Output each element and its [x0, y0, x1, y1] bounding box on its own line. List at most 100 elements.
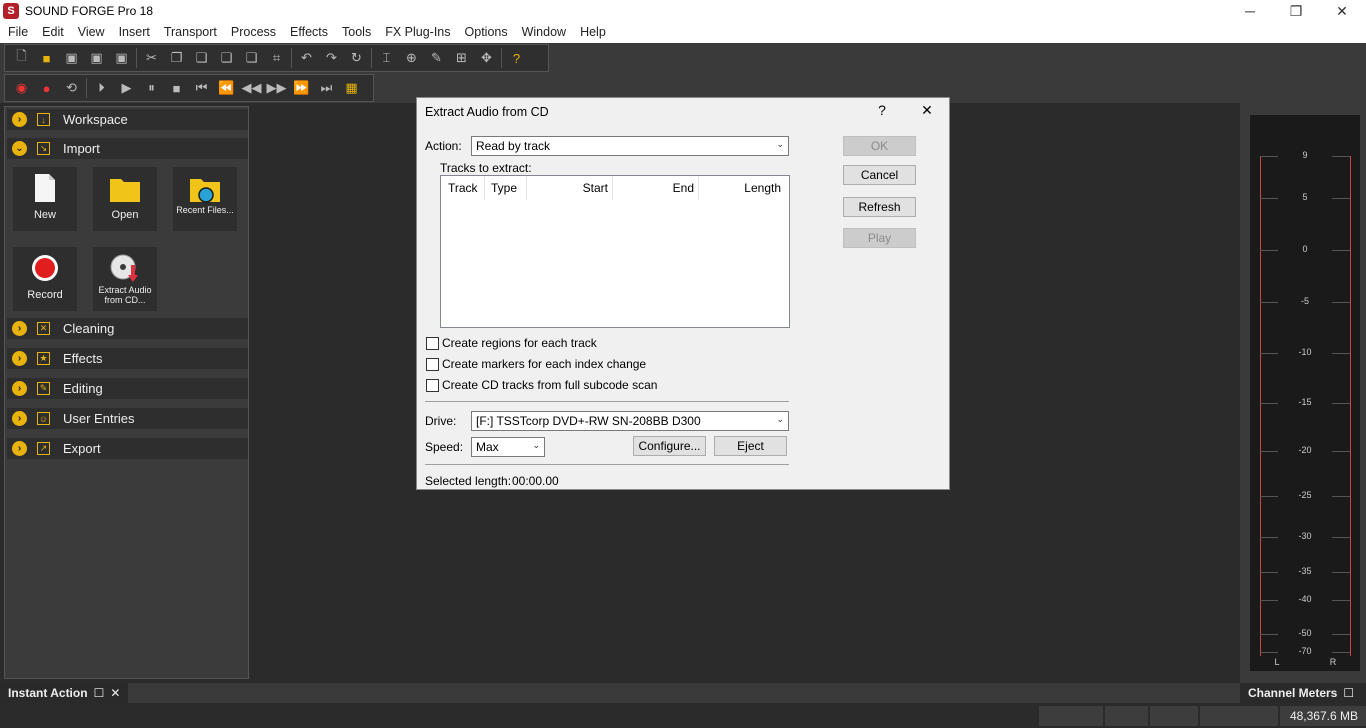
status-cell: [1039, 706, 1103, 726]
copy-icon[interactable]: ❐: [164, 47, 189, 69]
save-icon[interactable]: ▣: [59, 47, 84, 69]
mix-icon[interactable]: ❏: [214, 47, 239, 69]
tile-open[interactable]: Open: [93, 167, 157, 231]
section-label: Export: [63, 441, 101, 456]
section-workspace[interactable]: › ↓ Workspace: [7, 109, 248, 130]
eject-button[interactable]: Eject: [714, 436, 787, 456]
menu-options[interactable]: Options: [458, 22, 515, 43]
tile-recent-files[interactable]: Recent Files...: [173, 167, 237, 231]
loop-icon[interactable]: ⟲: [59, 77, 84, 99]
tile-label: New: [33, 209, 56, 221]
play-icon[interactable]: ▶: [114, 77, 139, 99]
crop-icon[interactable]: ⌗: [264, 47, 289, 69]
meter-tick-label: -40: [1298, 594, 1312, 604]
column-start[interactable]: Start: [527, 176, 613, 200]
section-export[interactable]: › ↗ Export: [7, 438, 248, 459]
regions-checkbox[interactable]: [426, 336, 439, 350]
speed-select[interactable]: Max ⌄: [471, 437, 545, 457]
refresh-button[interactable]: Refresh: [843, 197, 916, 217]
column-type[interactable]: Type: [485, 176, 527, 200]
new-file-icon[interactable]: 🗋: [9, 47, 34, 69]
float-window-icon[interactable]: ☐: [1343, 686, 1354, 700]
column-track[interactable]: Track: [441, 176, 485, 200]
tile-record[interactable]: Record: [13, 247, 77, 311]
menu-window[interactable]: Window: [515, 22, 573, 43]
cut-icon[interactable]: ✂: [139, 47, 164, 69]
event-tool-icon[interactable]: ✥: [474, 47, 499, 69]
float-window-icon[interactable]: ☐: [94, 686, 105, 700]
ok-button[interactable]: OK: [843, 136, 916, 156]
menu-insert[interactable]: Insert: [112, 22, 157, 43]
paste-icon[interactable]: ❏: [189, 47, 214, 69]
cd-tracks-checkbox[interactable]: [426, 378, 439, 392]
meter-tick-mark: [1260, 572, 1278, 573]
close-button[interactable]: ✕: [1319, 0, 1365, 22]
play-all-icon[interactable]: ⏵: [89, 77, 114, 99]
configure-button[interactable]: Configure...: [633, 436, 706, 456]
menu-view[interactable]: View: [71, 22, 112, 43]
status-cell: [1150, 706, 1198, 726]
import-icon: ↘: [37, 142, 50, 155]
dialog-help-button[interactable]: ?: [872, 102, 892, 118]
rewind-icon[interactable]: ◀◀: [239, 77, 264, 99]
markers-checkbox-row[interactable]: Create markers for each index change: [426, 357, 646, 371]
record-options-icon[interactable]: ▦: [339, 77, 364, 99]
minimize-button[interactable]: ─: [1227, 0, 1273, 22]
column-length[interactable]: Length: [699, 176, 785, 200]
save-all-icon[interactable]: ▣: [109, 47, 134, 69]
repeat-icon[interactable]: ↻: [344, 47, 369, 69]
menu-effects[interactable]: Effects: [283, 22, 335, 43]
tab-channel-meters[interactable]: Channel Meters ☐: [1240, 683, 1366, 703]
menu-transport[interactable]: Transport: [157, 22, 224, 43]
help-pointer-icon[interactable]: ?: [504, 47, 529, 69]
cd-tracks-checkbox-row[interactable]: Create CD tracks from full subcode scan: [426, 378, 657, 392]
menu-file[interactable]: File: [1, 22, 35, 43]
section-editing[interactable]: › ✎ Editing: [7, 378, 248, 399]
undo-icon[interactable]: ↶: [294, 47, 319, 69]
go-to-start-icon[interactable]: ⏮: [189, 77, 214, 99]
tab-instant-action[interactable]: Instant Action ☐ ✕: [0, 683, 128, 703]
menu-tools[interactable]: Tools: [335, 22, 378, 43]
previous-icon[interactable]: ⏪: [214, 77, 239, 99]
redo-icon[interactable]: ↷: [319, 47, 344, 69]
tracks-list[interactable]: Track Type Start End Length: [440, 175, 790, 328]
envelope-tool-icon[interactable]: ⊞: [449, 47, 474, 69]
effects-icon: ★: [37, 352, 50, 365]
open-folder-icon[interactable]: ■: [34, 47, 59, 69]
menu-process[interactable]: Process: [224, 22, 283, 43]
section-label: Cleaning: [63, 321, 115, 336]
restore-button[interactable]: ❐: [1273, 0, 1319, 22]
menu-help[interactable]: Help: [573, 22, 613, 43]
action-select[interactable]: Read by track ⌄: [471, 136, 789, 156]
regions-checkbox-row[interactable]: Create regions for each track: [426, 336, 597, 350]
section-import[interactable]: ⌄ ↘ Import: [7, 138, 248, 159]
column-end[interactable]: End: [613, 176, 699, 200]
edit-tool-icon[interactable]: ⌶: [374, 47, 399, 69]
close-tab-icon[interactable]: ✕: [110, 686, 120, 700]
tile-new[interactable]: New: [13, 167, 77, 231]
pencil-tool-icon[interactable]: ✎: [424, 47, 449, 69]
stop-icon[interactable]: ■: [164, 77, 189, 99]
meter-tick-mark: [1332, 572, 1350, 573]
zoom-tool-icon[interactable]: ⊕: [399, 47, 424, 69]
dialog-close-button[interactable]: ✕: [917, 102, 937, 119]
record-arm-icon[interactable]: ◉: [9, 77, 34, 99]
next-icon[interactable]: ⏩: [289, 77, 314, 99]
section-user-entries[interactable]: › ☺ User Entries: [7, 408, 248, 429]
cancel-button[interactable]: Cancel: [843, 165, 916, 185]
section-effects[interactable]: › ★ Effects: [7, 348, 248, 369]
menu-edit[interactable]: Edit: [35, 22, 71, 43]
go-to-end-icon[interactable]: ⏭: [314, 77, 339, 99]
forward-icon[interactable]: ▶▶: [264, 77, 289, 99]
menu-fx-plugins[interactable]: FX Plug-Ins: [378, 22, 457, 43]
meter-tick-mark: [1260, 652, 1278, 653]
pause-icon[interactable]: ⏸: [139, 77, 164, 99]
save-as-icon[interactable]: ▣: [84, 47, 109, 69]
section-cleaning[interactable]: › ✕ Cleaning: [7, 318, 248, 339]
play-button[interactable]: Play: [843, 228, 916, 248]
paste-special-icon[interactable]: ❏: [239, 47, 264, 69]
markers-checkbox[interactable]: [426, 357, 439, 371]
record-icon[interactable]: ●: [34, 77, 59, 99]
tile-extract-audio-cd[interactable]: Extract Audio from CD...: [93, 247, 157, 311]
drive-select[interactable]: [F:] TSSTcorp DVD+-RW SN-208BB D300 ⌄: [471, 411, 789, 431]
